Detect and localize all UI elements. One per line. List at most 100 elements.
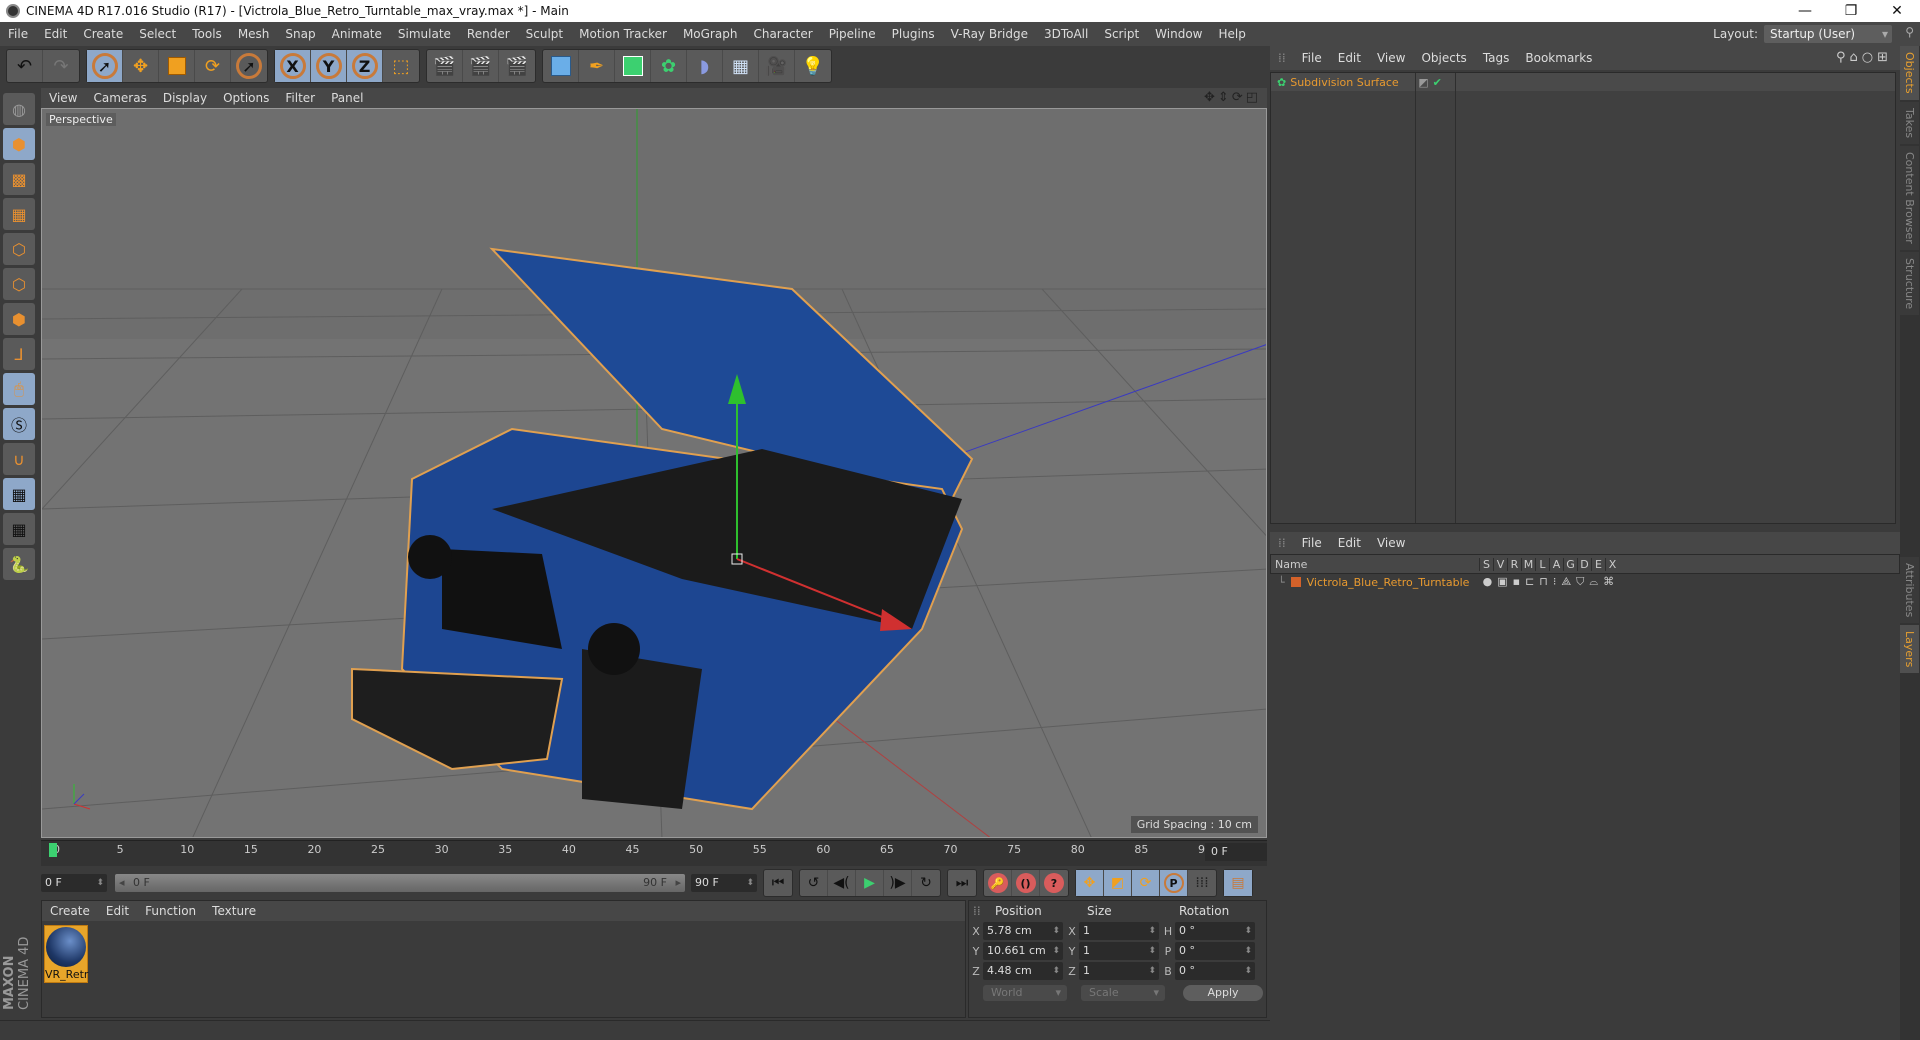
material-swatch[interactable]: VR_Retr — [44, 925, 88, 983]
objects-menu-objects[interactable]: Objects — [1413, 51, 1474, 65]
polygons-mode-icon[interactable]: ⬢ — [3, 303, 35, 335]
object-name[interactable]: Subdivision Surface — [1290, 76, 1408, 89]
3d-viewport[interactable]: Perspective Grid Spacing : 10 cm — [41, 108, 1267, 838]
axis-mode-icon[interactable]: ⅃ — [3, 338, 35, 370]
next-key-icon[interactable]: ↻ — [912, 870, 940, 896]
tab-content-browser[interactable]: Content Browser — [1900, 145, 1919, 250]
edges-mode-icon[interactable]: ⬡ — [3, 268, 35, 300]
viewport-menu-view[interactable]: View — [41, 91, 85, 105]
current-frame-field[interactable]: 0 F — [1205, 843, 1267, 861]
python-icon[interactable]: 🐍 — [3, 548, 35, 580]
position-x-field[interactable]: 5.78 cm ⬍ — [983, 922, 1063, 940]
redo-icon[interactable]: ↷ — [43, 50, 79, 82]
render-view-icon[interactable]: 🎬 — [427, 50, 463, 82]
cloner-icon[interactable]: ✿ — [651, 50, 687, 82]
objects-menu-edit[interactable]: Edit — [1330, 51, 1369, 65]
scale-icon[interactable] — [159, 50, 195, 82]
deformer-icon[interactable]: ◗ — [687, 50, 723, 82]
column-view[interactable]: V — [1493, 557, 1507, 571]
rotate-icon[interactable]: ⟳ — [195, 50, 231, 82]
go-to-start-icon[interactable]: ⏮ — [764, 870, 792, 896]
recent-tool-icon[interactable]: ➚ — [231, 50, 267, 82]
column-xref[interactable]: X — [1605, 557, 1619, 571]
light-icon[interactable]: 💡 — [795, 50, 831, 82]
solo-icon[interactable]: Ⓢ — [3, 408, 35, 440]
apply-button[interactable]: Apply — [1183, 985, 1263, 1001]
workplane-lock-icon[interactable]: ▦ — [3, 478, 35, 510]
camera-icon[interactable]: 🎥 — [759, 50, 795, 82]
workplane-mode-icon[interactable]: ▦ — [3, 198, 35, 230]
next-frame-icon[interactable]: )▶ — [884, 870, 912, 896]
viewport-menu-cameras[interactable]: Cameras — [85, 91, 154, 105]
material-menu-create[interactable]: Create — [42, 904, 98, 918]
restore-button[interactable]: ❐ — [1828, 0, 1874, 22]
column-name[interactable]: Name — [1271, 558, 1307, 571]
snap-icon[interactable]: ∪ — [3, 443, 35, 475]
coordinate-system-dropdown[interactable]: World — [983, 985, 1067, 1001]
position-y-field[interactable]: 10.661 cm ⬍ — [983, 942, 1063, 960]
viewport-nav-icons[interactable]: ✥⇕⟳◰ — [1204, 90, 1261, 105]
objects-menu-view[interactable]: View — [1369, 51, 1413, 65]
tweak-mode-icon[interactable]: 🖱 — [3, 373, 35, 405]
layers-menu-edit[interactable]: Edit — [1330, 536, 1369, 550]
layers-menu-file[interactable]: File — [1294, 536, 1330, 550]
position-z-field[interactable]: 4.48 cm ⬍ — [983, 962, 1063, 980]
playhead[interactable] — [49, 843, 57, 857]
object-row-subdivision-surface[interactable]: ✿ Subdivision Surface ◩ ✔ — [1271, 73, 1895, 91]
x-axis-lock-icon[interactable]: X — [275, 50, 311, 82]
viewport-menu-panel[interactable]: Panel — [323, 91, 371, 105]
menu-motion-tracker[interactable]: Motion Tracker — [571, 27, 675, 41]
material-menu-function[interactable]: Function — [137, 904, 204, 918]
size-y-field[interactable]: 1 ⬍ — [1079, 942, 1159, 960]
timeline-ruler[interactable]: 051015202530354045505560657075808590 0 F — [41, 840, 1267, 866]
search-icon[interactable]: ⚲ — [1905, 25, 1914, 39]
undo-icon[interactable]: ↶ — [7, 50, 43, 82]
layers-menu-view[interactable]: View — [1369, 536, 1413, 550]
layer-color-swatch[interactable] — [1290, 577, 1301, 587]
z-axis-lock-icon[interactable]: Z — [347, 50, 383, 82]
model-mode-icon[interactable]: ⬢ — [3, 128, 35, 160]
live-selection-icon[interactable]: ➚ — [87, 50, 123, 82]
tab-objects[interactable]: Objects — [1900, 46, 1919, 100]
menu-plugins[interactable]: Plugins — [884, 27, 943, 41]
coordinate-system-icon[interactable]: ⬚ — [383, 50, 419, 82]
subdivision-surface-icon[interactable] — [615, 50, 651, 82]
cube-primitive-icon[interactable] — [543, 50, 579, 82]
record-position-icon[interactable]: ✥ — [1076, 870, 1104, 896]
go-to-end-icon[interactable]: ⏭ — [948, 870, 976, 896]
record-parameter-icon[interactable]: P — [1160, 870, 1188, 896]
timeline-icon[interactable]: ▤ — [1224, 870, 1252, 896]
size-mode-dropdown[interactable]: Scale — [1081, 985, 1165, 1001]
menu-pipeline[interactable]: Pipeline — [821, 27, 884, 41]
layer-row[interactable]: └ Victrola_Blue_Retro_Turntable ●▣▪⊏⊓⁝⟁⛉… — [1270, 574, 1900, 590]
record-rotation-icon[interactable]: ⟳ — [1132, 870, 1160, 896]
texture-mode-icon[interactable]: ▩ — [3, 163, 35, 195]
column-animation[interactable]: A — [1549, 557, 1563, 571]
camera-label[interactable]: Perspective — [46, 113, 116, 126]
enabled-check-icon[interactable]: ✔ — [1433, 76, 1442, 89]
minimize-button[interactable]: — — [1782, 0, 1828, 22]
end-frame-field[interactable]: 90 F ⬍ — [691, 874, 757, 892]
column-generators[interactable]: G — [1563, 557, 1577, 571]
keyframe-selection-icon[interactable]: ? — [1040, 870, 1068, 896]
move-icon[interactable]: ✥ — [123, 50, 159, 82]
column-deformers[interactable]: D — [1577, 557, 1591, 571]
layout-dropdown[interactable]: Startup (User) — [1764, 25, 1892, 43]
make-editable-icon[interactable]: ◍ — [3, 93, 35, 125]
menu-mograph[interactable]: MoGraph — [675, 27, 746, 41]
menu-animate[interactable]: Animate — [324, 27, 390, 41]
menu-simulate[interactable]: Simulate — [390, 27, 459, 41]
menu-character[interactable]: Character — [745, 27, 820, 41]
render-picture-viewer-icon[interactable]: 🎬 — [463, 50, 499, 82]
menu-tools[interactable]: Tools — [184, 27, 230, 41]
menu-render[interactable]: Render — [459, 27, 518, 41]
render-settings-icon[interactable]: 🎬 — [499, 50, 535, 82]
points-mode-icon[interactable]: ⬡ — [3, 233, 35, 265]
floor-icon[interactable]: ▦ — [723, 50, 759, 82]
tab-structure[interactable]: Structure — [1900, 251, 1919, 315]
rotation-p-field[interactable]: 0 ° ⬍ — [1175, 942, 1255, 960]
start-frame-field[interactable]: 0 F ⬍ — [41, 874, 107, 892]
tab-layers[interactable]: Layers — [1900, 625, 1919, 674]
menu-create[interactable]: Create — [75, 27, 131, 41]
column-locked[interactable]: L — [1535, 557, 1549, 571]
